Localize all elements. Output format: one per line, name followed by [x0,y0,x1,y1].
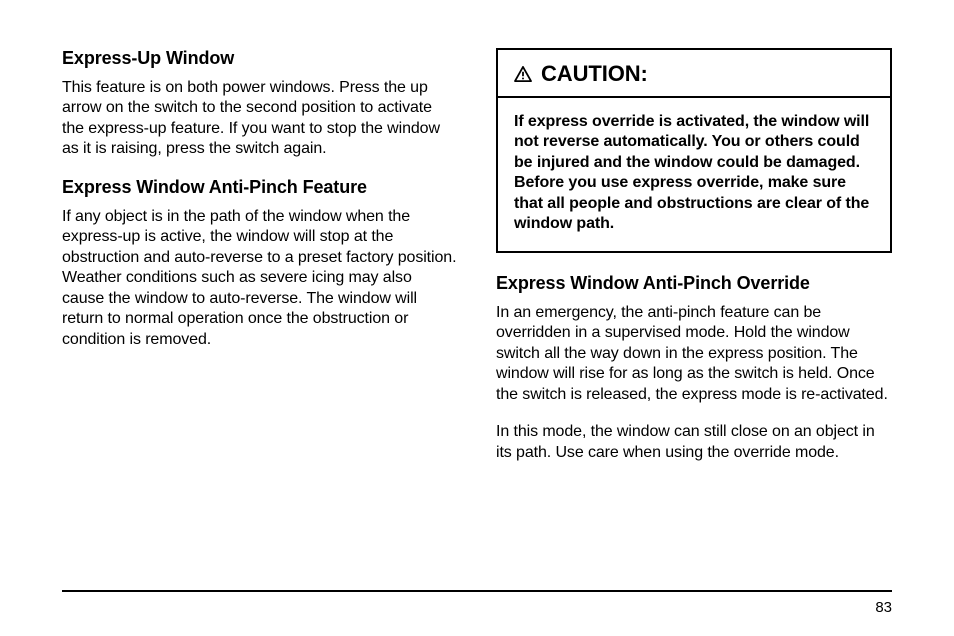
para-express-up: This feature is on both power windows. P… [62,78,458,160]
caution-header: CAUTION: [498,50,890,98]
heading-override: Express Window Anti-Pinch Override [496,273,892,294]
right-column: CAUTION: If express override is activate… [496,48,892,480]
caution-body: If express override is activated, the wi… [498,98,890,251]
heading-anti-pinch: Express Window Anti-Pinch Feature [62,177,458,198]
footer-rule [62,590,892,592]
page-content: Express-Up Window This feature is on bot… [0,0,954,480]
page-number: 83 [875,599,892,616]
heading-express-up: Express-Up Window [62,48,458,69]
para-anti-pinch: If any object is in the path of the wind… [62,207,458,350]
para-override-1: In an emergency, the anti-pinch feature … [496,303,892,405]
caution-box: CAUTION: If express override is activate… [496,48,892,253]
caution-title: CAUTION: [541,61,648,87]
left-column: Express-Up Window This feature is on bot… [62,48,458,480]
para-override-2: In this mode, the window can still close… [496,422,892,463]
warning-triangle-icon [514,66,532,82]
